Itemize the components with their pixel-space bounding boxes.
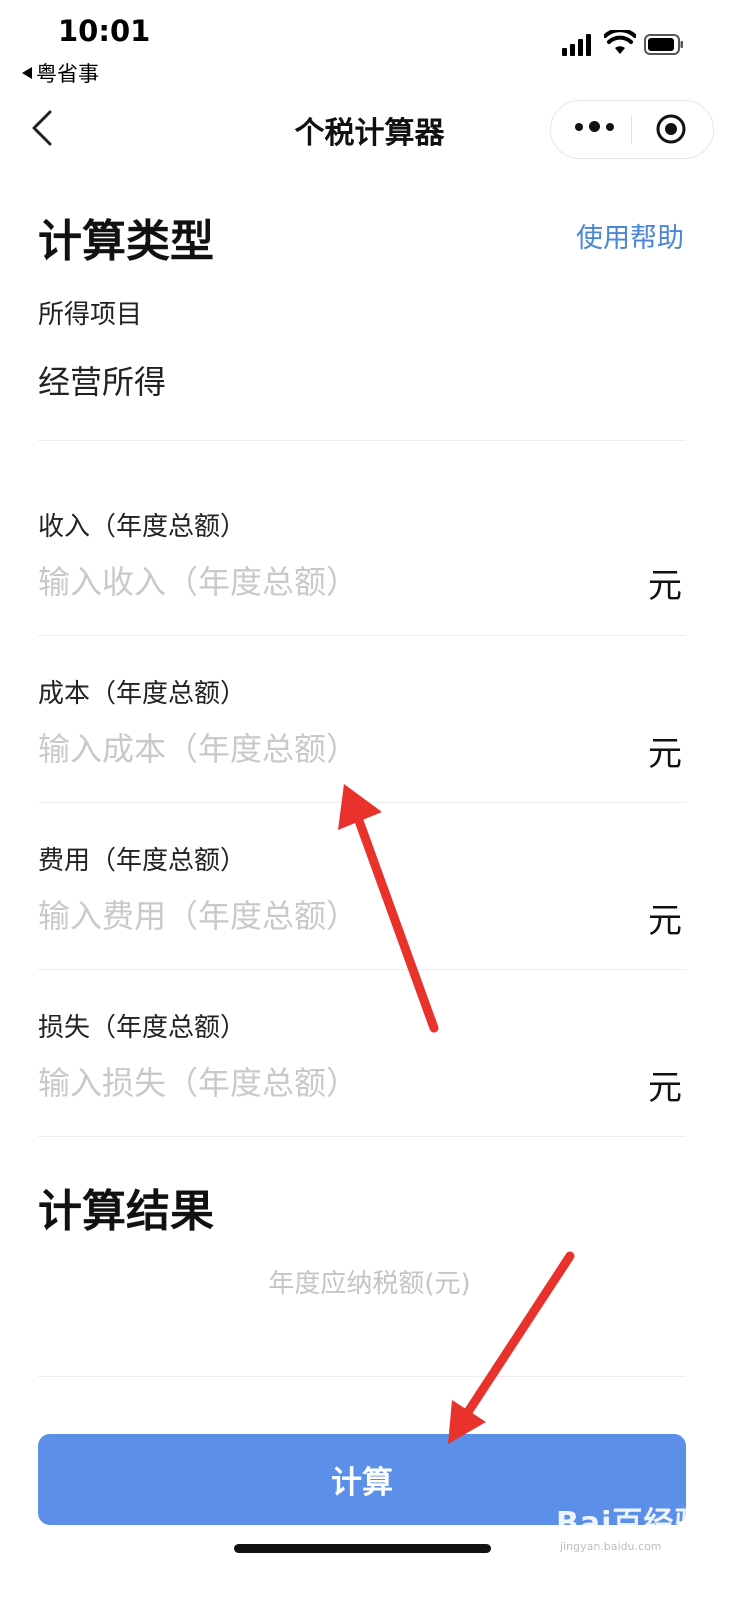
divider xyxy=(38,1376,686,1377)
watermark-url: jingyan.baidu.com xyxy=(560,1540,662,1553)
divider xyxy=(38,969,686,970)
divider xyxy=(38,1136,686,1137)
expense-label: 费用（年度总额） xyxy=(38,846,247,876)
loss-label: 损失（年度总额） xyxy=(38,1013,247,1043)
capsule-divider xyxy=(631,115,632,144)
income-label: 收入（年度总额） xyxy=(38,512,247,542)
expense-unit: 元 xyxy=(648,901,682,941)
expense-input[interactable]: 输入费用（年度总额） xyxy=(38,891,358,937)
cost-input[interactable]: 输入成本（年度总额） xyxy=(38,724,358,770)
calc-type-title: 计算类型 xyxy=(38,216,214,267)
divider xyxy=(38,802,686,803)
wifi-icon xyxy=(604,30,636,54)
help-link[interactable]: 使用帮助 xyxy=(576,216,684,255)
close-target-icon[interactable] xyxy=(655,113,687,145)
back-triangle-icon xyxy=(22,67,32,79)
income-item-select[interactable]: 经营所得 xyxy=(38,357,166,403)
income-unit: 元 xyxy=(648,566,682,606)
miniprogram-capsule xyxy=(550,100,714,159)
divider xyxy=(38,440,686,441)
annual-tax-result: 年度应纳税额(元) xyxy=(268,1269,471,1299)
back-app-label: 粤省事 xyxy=(36,62,99,86)
baidu-jingyan-watermark: Bai百经验 xyxy=(556,1506,706,1541)
more-icon[interactable] xyxy=(575,121,614,132)
income-input[interactable]: 输入收入（年度总额） xyxy=(38,557,358,603)
battery-icon xyxy=(644,34,683,55)
income-item-label: 所得项目 xyxy=(38,300,143,330)
cost-unit: 元 xyxy=(648,734,682,774)
home-indicator xyxy=(234,1544,491,1553)
back-to-app[interactable]: 粤省事 xyxy=(22,58,99,88)
status-time: 10:01 xyxy=(58,14,151,48)
loss-unit: 元 xyxy=(648,1068,682,1108)
result-title: 计算结果 xyxy=(38,1186,214,1237)
cost-label: 成本（年度总额） xyxy=(38,679,247,709)
loss-input[interactable]: 输入损失（年度总额） xyxy=(38,1058,358,1104)
divider xyxy=(38,635,686,636)
cellular-signal-icon xyxy=(562,34,591,56)
